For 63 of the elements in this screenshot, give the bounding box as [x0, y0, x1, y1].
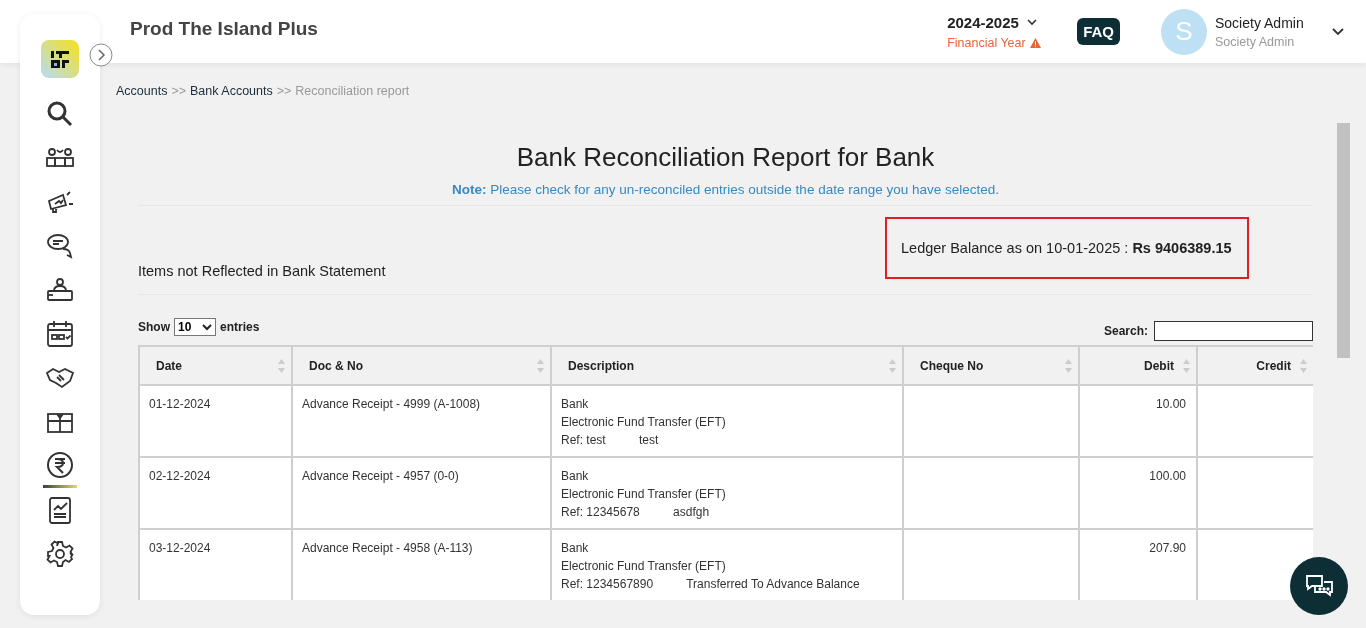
sort-icon	[1183, 359, 1190, 373]
sort-icon	[537, 359, 544, 373]
breadcrumb-current: Reconciliation report	[295, 84, 410, 98]
chevron-down-icon	[202, 323, 212, 331]
sort-icon	[278, 359, 285, 373]
sort-icon	[889, 359, 896, 373]
reference-line: Ref: 1234567890 Transferred To Advance Balance	[561, 576, 861, 593]
show-label: Show	[138, 320, 170, 334]
year-dropdown[interactable]: 2024-2025	[947, 13, 1037, 31]
breadcrumb-separator: >>	[276, 84, 292, 98]
chat-bubbles-icon	[1304, 572, 1334, 600]
breadcrumb-link[interactable]: Accounts	[116, 84, 168, 98]
date-cell: 03-12-2024	[139, 529, 292, 600]
ledger-balance: Ledger Balance as on 10-01-2025 : Rs 9406389.15	[901, 240, 1232, 256]
debit-cell: 10.00	[1079, 385, 1197, 457]
column-header[interactable]: Cheque No	[903, 346, 1079, 385]
faq-button[interactable]: FAQ	[1077, 18, 1120, 45]
column-header[interactable]: Date	[139, 346, 292, 385]
description-line: Bank	[561, 468, 590, 485]
page-size-select[interactable]: 10	[174, 318, 216, 336]
section-heading: Items not Reflected in Bank Statement	[138, 263, 386, 279]
column-header[interactable]: Credit	[1197, 346, 1313, 385]
sort-icon	[1065, 359, 1072, 373]
gear-icon	[45, 539, 75, 569]
sort-icon	[1300, 359, 1307, 373]
description-line: Bank	[561, 540, 590, 557]
document-cell: Advance Receipt - 4958 (A-113)	[292, 529, 551, 600]
document-cell: Advance Receipt - 4957 (0-0)	[292, 457, 551, 529]
report-title: Bank Reconciliation Report for Bank	[515, 142, 936, 173]
breadcrumb-separator: >>	[171, 84, 187, 98]
chat-icon	[45, 231, 75, 261]
column-header[interactable]: Description	[551, 346, 903, 385]
user-role: Society Admin	[1215, 34, 1296, 49]
column-header[interactable]: Doc & No	[292, 346, 551, 385]
description-line: Bank	[561, 396, 590, 413]
warning-icon	[1029, 37, 1041, 48]
financial-year-label: Financial Year	[947, 35, 1026, 50]
chevron-down-icon	[1026, 18, 1037, 26]
app-title: Prod The Island Plus	[130, 17, 319, 40]
breadcrumb-link[interactable]: Bank Accounts	[190, 84, 273, 98]
description-line: Electronic Fund Transfer (EFT)	[561, 558, 727, 575]
debit-cell: 207.90	[1079, 529, 1197, 600]
search-field[interactable]	[1154, 321, 1313, 341]
chevron-down-icon[interactable]	[1332, 27, 1344, 36]
entries-label: entries	[220, 320, 260, 334]
calendar-icon	[45, 319, 75, 349]
chat-button[interactable]	[1290, 557, 1348, 615]
reference-line: Ref: test test	[561, 432, 660, 449]
document-cell: Advance Receipt - 4999 (A-1008)	[292, 385, 551, 457]
reference-line: Ref: 12345678 asdfgh	[561, 504, 711, 521]
search-icon	[45, 99, 75, 129]
column-header[interactable]: Debit	[1079, 346, 1197, 385]
note-text: Note: Please check for any un-reconciled entries outside the date range you have selected.	[450, 182, 1001, 197]
expand-sidebar-icon[interactable]	[89, 43, 113, 67]
rupee-icon	[45, 449, 75, 480]
date-cell: 01-12-2024	[139, 385, 292, 457]
description-line: Electronic Fund Transfer (EFT)	[561, 414, 727, 431]
debit-cell: 100.00	[1079, 457, 1197, 529]
app-logo[interactable]	[41, 40, 79, 78]
user-name: Society Admin	[1215, 14, 1305, 31]
search-label: Search:	[1103, 324, 1148, 338]
description-line: Electronic Fund Transfer (EFT)	[561, 486, 727, 503]
date-cell: 02-12-2024	[139, 457, 292, 529]
